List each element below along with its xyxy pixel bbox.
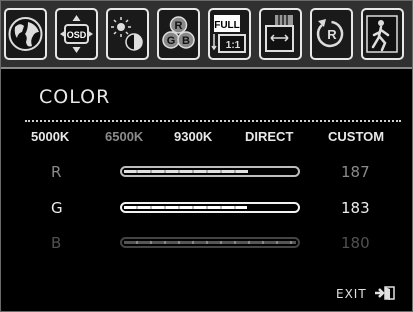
brightness-contrast-icon[interactable] — [106, 8, 149, 60]
blue-label: B — [51, 234, 62, 252]
page-title: COLOR — [39, 86, 111, 108]
divider — [25, 120, 401, 122]
green-value: 183 — [341, 199, 370, 217]
ratio-icon-label: 1:1 — [226, 40, 241, 51]
exit-figure-icon[interactable] — [361, 8, 404, 60]
rgb-icon[interactable]: RGB — [157, 8, 200, 60]
preset-5000k[interactable]: 5000K — [31, 129, 69, 144]
osd-icon-label: OSD — [67, 30, 87, 40]
globe-icon[interactable] — [4, 8, 47, 60]
osd-menu: OSD RGB FULL 1:1 R COLOR 5000K 6500K 9300… — [0, 0, 413, 312]
preset-direct[interactable]: DIRECT — [245, 129, 293, 144]
blue-value: 180 — [341, 234, 370, 252]
green-label: G — [51, 199, 63, 217]
exit-button[interactable]: EXIT — [336, 286, 396, 301]
green-slider[interactable] — [120, 202, 300, 213]
preset-custom[interactable]: CUSTOM — [328, 129, 384, 144]
full-scale-icon[interactable]: FULL 1:1 — [208, 8, 251, 60]
red-label: R — [51, 163, 62, 181]
preset-6500k[interactable]: 6500K — [105, 129, 143, 144]
rgb-letter-g: G — [167, 35, 176, 47]
full-icon-label: FULL — [214, 20, 240, 31]
reset-icon[interactable]: R — [310, 8, 353, 60]
red-slider-fill — [124, 170, 249, 173]
image-setup-icon[interactable] — [259, 8, 302, 60]
red-value: 187 — [341, 163, 370, 181]
rgb-letter-r: R — [175, 20, 183, 32]
red-slider[interactable] — [120, 166, 300, 177]
blue-slider[interactable] — [120, 237, 300, 248]
rgb-letter-b: B — [182, 35, 190, 47]
preset-9300k[interactable]: 9300K — [174, 129, 212, 144]
green-slider-fill — [124, 206, 247, 209]
exit-arrow-icon — [374, 286, 395, 300]
osd-icon[interactable]: OSD — [55, 8, 98, 60]
icon-toolbar: OSD RGB FULL 1:1 R — [1, 1, 412, 69]
blue-slider-track — [124, 241, 296, 244]
exit-label: EXIT — [336, 287, 367, 301]
reset-icon-label: R — [327, 27, 337, 42]
